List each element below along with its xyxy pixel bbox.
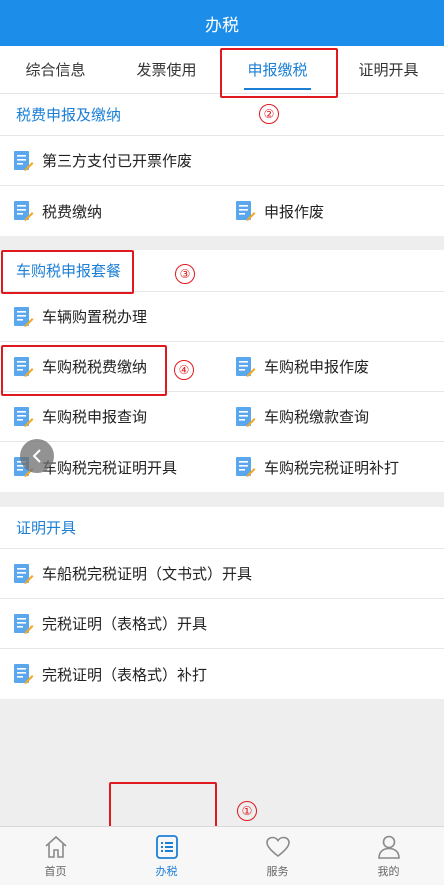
menu-item-label: 完税证明（表格式）补打 — [42, 665, 208, 684]
document-icon — [14, 613, 34, 634]
list-row: 车购税申报查询 车购税缴款查询 — [0, 392, 444, 442]
bottom-nav-home[interactable]: 首页 — [0, 827, 111, 885]
section-title: 证明开具 — [0, 507, 444, 549]
bottom-nav-service[interactable]: 服务 — [222, 827, 333, 885]
document-icon — [236, 457, 256, 477]
chevron-left-icon — [32, 449, 41, 463]
bottom-nav-mine[interactable]: 我的 — [333, 827, 444, 885]
bottom-nav-label: 我的 — [377, 865, 400, 878]
bottom-nav-label: 服务 — [266, 865, 289, 878]
section-title: 税费申报及缴纳 — [0, 94, 444, 136]
menu-item-tax-certificate-table-issue[interactable]: 完税证明（表格式）开具 — [0, 599, 444, 648]
menu-item-tax-payment[interactable]: 税费缴纳 — [0, 186, 222, 236]
heart-icon — [265, 836, 290, 858]
annotation-number-3: ③ — [175, 264, 195, 284]
bottom-nav-tax[interactable]: 办税 — [111, 827, 222, 885]
list-row: 第三方支付已开票作废 — [0, 136, 444, 186]
menu-item-label: 车购税缴款查询 — [264, 408, 370, 426]
page-title: 办税 — [0, 0, 444, 46]
tab-comprehensive-info[interactable]: 综合信息 — [0, 46, 111, 93]
menu-item-vpt-declaration-query[interactable]: 车购税申报查询 — [0, 392, 222, 441]
menu-item-label: 车购税完税证明补打 — [264, 458, 400, 477]
menu-item-label: 车船税完税证明（文书式）开具 — [42, 565, 253, 583]
list-row: 车购税完税证明开具 车购税完税证明补打 — [0, 442, 444, 492]
list-row: 车辆购置税办理 — [0, 292, 444, 342]
menu-item-label: 申报作废 — [264, 202, 325, 221]
document-icon — [236, 201, 256, 221]
back-button[interactable] — [20, 439, 54, 473]
section-certificate: 证明开具 车船税完税证明（文书式）开具 完税证明（表格式）开具 完税证明（表格式… — [0, 507, 444, 699]
tab-invoice-usage[interactable]: 发票使用 — [111, 46, 222, 93]
document-icon — [14, 664, 34, 684]
menu-item-tax-certificate-table-reprint[interactable]: 完税证明（表格式）补打 — [0, 649, 444, 699]
menu-item-label: 税费缴纳 — [42, 202, 103, 221]
document-icon — [236, 356, 256, 377]
document-icon — [14, 150, 34, 171]
annotation-number-4: ④ — [174, 360, 194, 380]
annotation-number-1: ① — [237, 801, 257, 821]
menu-item-label: 车购税申报查询 — [42, 408, 148, 426]
document-icon — [236, 406, 256, 427]
document-icon — [14, 201, 34, 221]
list-row: 税费缴纳 申报作废 — [0, 186, 444, 236]
annotation-box-2 — [220, 48, 338, 98]
document-icon — [14, 306, 34, 327]
annotation-number-2: ② — [259, 104, 279, 124]
menu-item-declaration-void[interactable]: 申报作废 — [222, 186, 444, 236]
annotation-box-4 — [1, 345, 167, 396]
document-icon — [14, 406, 34, 427]
menu-item-vessel-tax-certificate[interactable]: 车船税完税证明（文书式）开具 — [0, 549, 444, 598]
menu-item-third-party-invoice-void[interactable]: 第三方支付已开票作废 — [0, 136, 444, 185]
user-icon — [377, 835, 400, 859]
menu-item-label: 完税证明（表格式）开具 — [42, 615, 208, 633]
menu-item-vpt-payment-query[interactable]: 车购税缴款查询 — [222, 392, 444, 441]
list-row: 车船税完税证明（文书式）开具 — [0, 549, 444, 599]
menu-item-label: 车购税申报作废 — [264, 358, 370, 376]
annotation-box-3 — [1, 250, 134, 294]
document-icon — [14, 563, 34, 584]
menu-item-label: 车辆购置税办理 — [42, 308, 148, 326]
section-tax-declaration: 税费申报及缴纳 第三方支付已开票作废 税费缴纳 申报作废 — [0, 94, 444, 236]
menu-item-vpt-certificate-reprint[interactable]: 车购税完税证明补打 — [222, 442, 444, 492]
tab-certificate-issuance[interactable]: 证明开具 — [333, 46, 444, 93]
bottom-nav: 首页 办税 服务 我的 — [0, 826, 444, 885]
list-row: 完税证明（表格式）开具 — [0, 599, 444, 649]
menu-item-vpt-declaration-void[interactable]: 车购税申报作废 — [222, 342, 444, 391]
list-row: 完税证明（表格式）补打 — [0, 649, 444, 699]
bottom-nav-label: 首页 — [44, 865, 67, 878]
home-icon — [44, 835, 67, 858]
menu-item-vehicle-purchase-tax[interactable]: 车辆购置税办理 — [0, 292, 444, 341]
bottom-nav-label: 办税 — [155, 865, 178, 878]
menu-item-label: 第三方支付已开票作废 — [42, 152, 193, 170]
menu-item-label: 车购税完税证明开具 — [42, 458, 178, 477]
list-icon — [155, 835, 178, 859]
